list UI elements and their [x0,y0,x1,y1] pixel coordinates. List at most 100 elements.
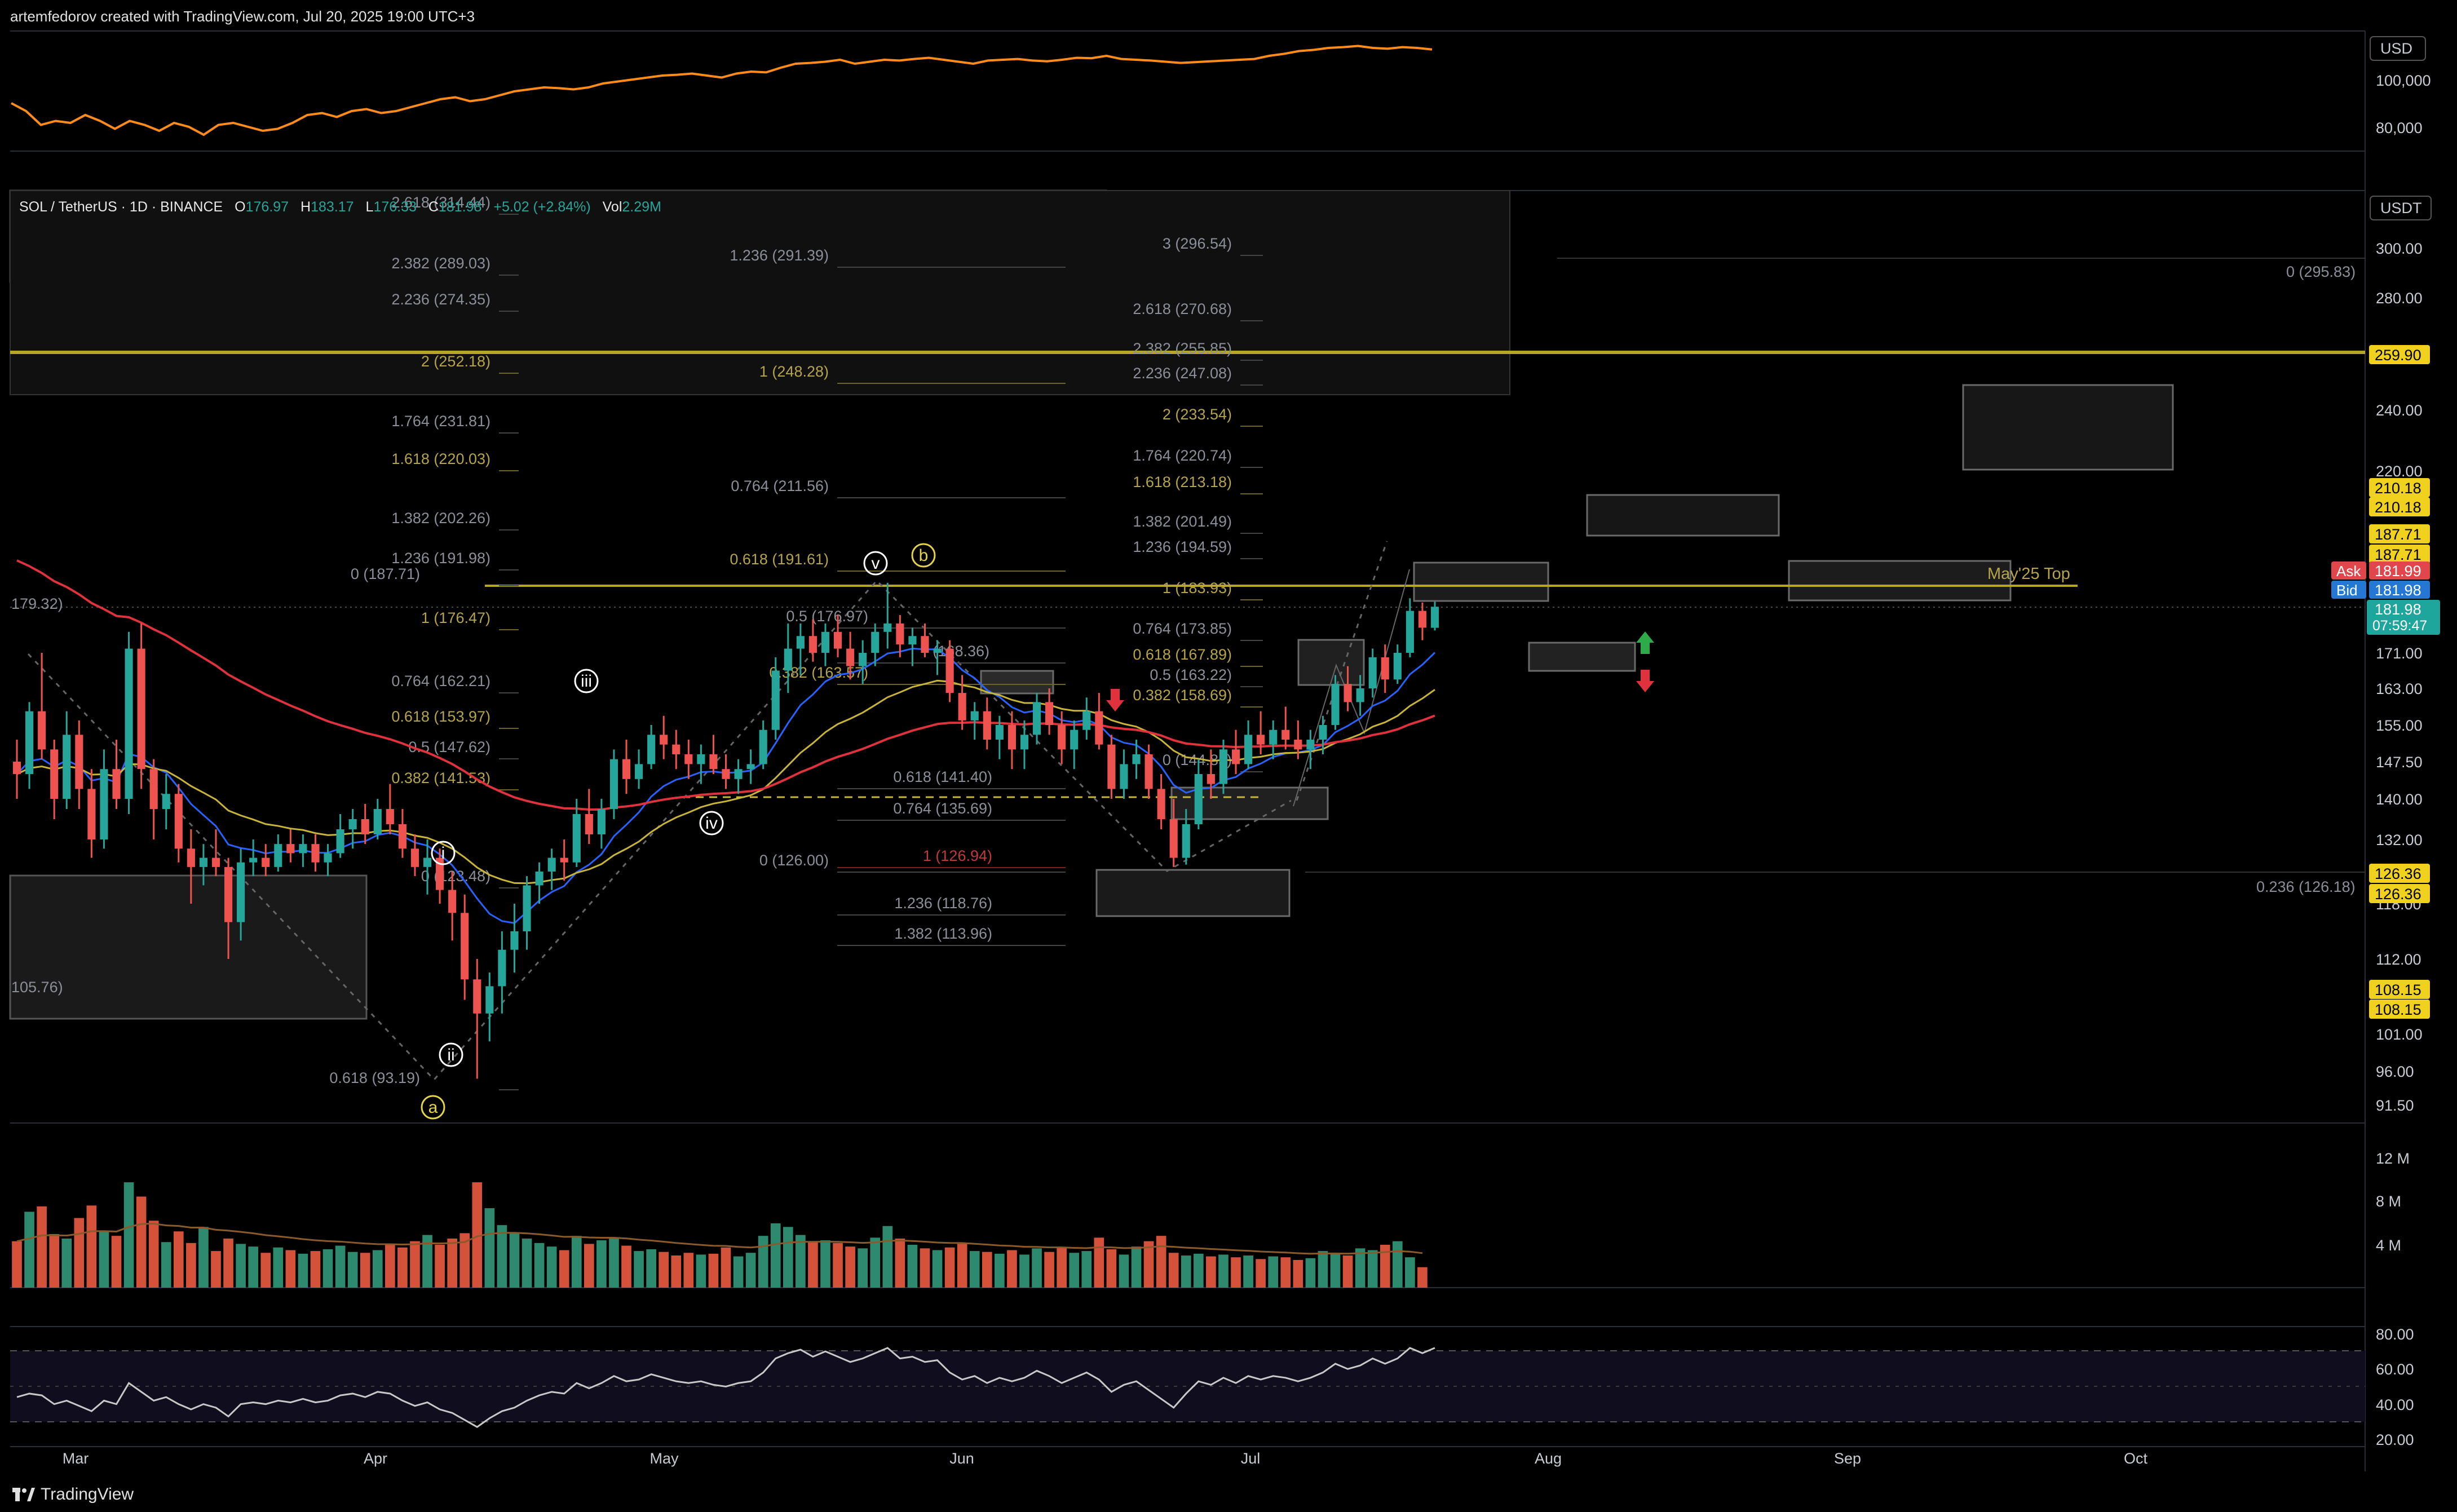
volume-bar [1305,1258,1316,1288]
fib-level-label: 0.618 (141.40) [893,768,992,785]
time-tick-label: Sep [1834,1450,1861,1467]
fib-level-label: 1 (126.94) [923,847,992,864]
candle-body [38,711,46,750]
candle-body [398,824,406,849]
volume-bar [385,1245,395,1288]
price-currency-label[interactable]: USDT [2380,200,2422,216]
volume-bar [1256,1259,1266,1288]
candle-body [174,794,183,849]
fib-level-label: 1.382 (202.26) [391,510,490,527]
fib-right-0: 0 (295.83) [2286,263,2356,280]
volume-bar [1094,1237,1104,1288]
volume-bar [820,1240,830,1288]
volume-bar [236,1244,246,1288]
svg-text:iv: iv [705,814,718,833]
fib-level-label: 2.382 (289.03) [391,255,490,272]
volume-bar [609,1237,619,1288]
candle-body [1393,653,1402,680]
rsi-tick-label: 20.00 [2376,1431,2414,1448]
candle-body [1294,740,1302,750]
candle-body [759,730,767,764]
volume-bar [1243,1255,1253,1288]
price-tick-label: 91.50 [2376,1097,2414,1114]
volume-bar [634,1251,644,1288]
volume-bar [546,1246,557,1288]
candle-body [373,809,382,834]
candle-body [1406,611,1414,653]
candle-body [423,857,432,867]
candle-body [299,844,307,854]
bid-tag-label: Bid [2336,582,2358,599]
candle-body [410,848,419,867]
candle-body [1120,764,1128,789]
brand-name: TradingView [41,1485,134,1504]
volume-bar [37,1206,47,1288]
fib-level-label: 1.382 (201.49) [1133,513,1232,530]
volume-axis: 12 M 8 M 4 M [2376,1150,2410,1254]
box-june [980,670,1054,695]
volume-bar [646,1249,656,1288]
candle-body [746,764,755,770]
price-badge-label: 187.71 [2375,546,2421,563]
fib-level-label: 0 (126.00) [759,852,829,869]
volume-bar [920,1248,930,1288]
volume-bar [173,1231,184,1288]
rsi-tick-label: 40.00 [2376,1396,2414,1413]
candle-body [1058,725,1066,750]
target-box-4 [1962,384,2174,471]
candle-body [324,853,332,863]
price-tick-label: 171.00 [2376,645,2423,662]
rsi-tick-label: 60.00 [2376,1361,2414,1378]
volume-bar [148,1221,159,1288]
time-tick-label: Mar [63,1450,89,1467]
volume-bar [1330,1253,1341,1288]
volume-bar [944,1247,955,1288]
candle-body [286,844,295,854]
top-currency-label[interactable]: USD [2380,40,2412,57]
volume-bar [86,1205,97,1288]
volume-bar [484,1208,495,1288]
fib-level-label: 0.618 (153.97) [391,708,490,725]
volume-bar [1218,1254,1228,1288]
candle-body [1306,740,1315,750]
candle-body [473,979,481,1014]
fib-level-label: 1.764 (231.81) [391,413,490,430]
candle-body [1007,725,1016,750]
candle-body [560,857,568,863]
volume-bar [858,1248,868,1288]
candle-body [485,986,494,1014]
fib-level-label: 2 (252.18) [421,353,490,370]
candle-body [535,872,543,886]
wave-label-a: a [421,1095,445,1120]
volume-bar [410,1241,420,1288]
tradingview-logo[interactable]: TradingView [12,1485,134,1504]
rsi-axis: 80.00 60.00 40.00 20.00 [2376,1326,2414,1448]
target-box-2 [1788,560,2012,602]
volume-bar [957,1244,967,1288]
volume-bar [74,1218,85,1288]
volume-bar [833,1243,843,1288]
volume-bar [882,1226,893,1288]
volume-bar [1392,1241,1403,1288]
volume-bar [12,1241,22,1288]
may-top-label: May'25 Top [1987,565,2070,583]
volume-bar [1057,1247,1067,1288]
candle-body [1344,684,1352,702]
candle-body [846,648,855,666]
fib-level-label: 0.764 (135.69) [893,800,992,817]
candle-body [25,711,34,774]
rsi-tick-label: 80.00 [2376,1326,2414,1343]
chart-canvas[interactable]: 2.618 (314.44)2.382 (289.03)2.236 (274.3… [0,0,2457,1512]
volume-tick-label: 8 M [2376,1193,2401,1210]
fib-level-label: 0.5 (147.62) [408,739,490,755]
fib-level-label: 1.236 (118.76) [894,895,992,912]
candle-body [125,648,133,799]
volume-bar [360,1253,370,1288]
candle-body [262,857,270,867]
candle-body [50,749,59,799]
volume-bar [186,1243,196,1288]
volume-bar [1181,1255,1191,1288]
candle-body [1281,730,1290,740]
candle-body [1169,819,1178,858]
candle-body [1381,657,1389,680]
